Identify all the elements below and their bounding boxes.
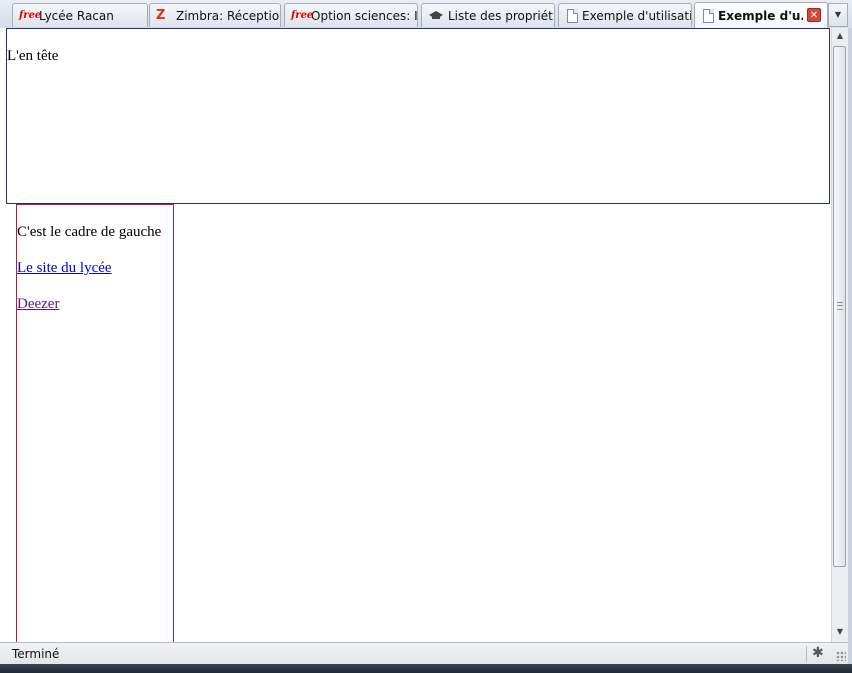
scroll-down-arrow-icon[interactable]: ▼ bbox=[832, 624, 848, 640]
vertical-scrollbar[interactable]: ▲ ▼ bbox=[831, 28, 848, 642]
scrollbar-thumb[interactable] bbox=[833, 46, 846, 567]
tab-label: Liste des propriét... bbox=[448, 8, 554, 23]
graduation-cap-icon bbox=[428, 8, 444, 24]
scrollbar-grip-icon bbox=[837, 302, 843, 310]
page-icon bbox=[567, 9, 578, 23]
free-favicon-icon: free bbox=[291, 9, 314, 21]
status-text: Terminé bbox=[12, 647, 60, 661]
tab-lycee-racan[interactable]: free Lycée Racan bbox=[12, 3, 148, 27]
tab-label: Lycée Racan bbox=[39, 8, 114, 23]
window-frame-right bbox=[848, 28, 852, 664]
link-deezer[interactable]: Deezer bbox=[17, 296, 59, 313]
tab-option-sciences[interactable]: free Option sciences: I... bbox=[284, 3, 418, 27]
tab-label: Option sciences: I... bbox=[311, 8, 417, 23]
tab-exemple-utilisation[interactable]: Exemple d'utilisati... bbox=[558, 3, 692, 27]
tab-exemple-active[interactable]: Exemple d'u... ✕ bbox=[694, 2, 828, 28]
tab-strip: free Lycée Racan Z Zimbra: Réceptio... f… bbox=[0, 0, 852, 29]
bug-icon[interactable]: ✱ bbox=[812, 645, 824, 661]
status-bar: Terminé ✱ bbox=[0, 642, 848, 664]
zimbra-favicon-icon: Z bbox=[156, 7, 166, 23]
taskbar-edge bbox=[0, 664, 852, 673]
page-icon bbox=[703, 9, 714, 23]
tab-zimbra[interactable]: Z Zimbra: Réceptio... bbox=[149, 3, 281, 27]
tab-list-dropdown-button[interactable]: ▼ bbox=[828, 3, 848, 27]
status-divider bbox=[806, 646, 807, 662]
resize-grip-icon[interactable] bbox=[836, 651, 846, 661]
scroll-up-arrow-icon[interactable]: ▲ bbox=[832, 28, 848, 44]
tab-label: Zimbra: Réceptio... bbox=[176, 8, 280, 23]
header-text: L'en tête bbox=[7, 48, 59, 64]
tab-label: Exemple d'utilisati... bbox=[582, 8, 691, 23]
page-content: L'en tête C'est le cadre de gauche Le si… bbox=[0, 28, 831, 642]
left-frame: C'est le cadre de gauche Le site du lycé… bbox=[16, 204, 174, 642]
close-tab-icon[interactable]: ✕ bbox=[807, 8, 821, 22]
tab-liste-proprietes[interactable]: Liste des propriét... bbox=[421, 3, 555, 27]
tab-label: Exemple d'u... bbox=[718, 8, 803, 23]
header-frame: L'en tête bbox=[6, 28, 830, 204]
free-favicon-icon: free bbox=[19, 9, 42, 21]
left-frame-text: C'est le cadre de gauche bbox=[17, 224, 162, 240]
link-site-lycee[interactable]: Le site du lycée bbox=[17, 260, 112, 277]
